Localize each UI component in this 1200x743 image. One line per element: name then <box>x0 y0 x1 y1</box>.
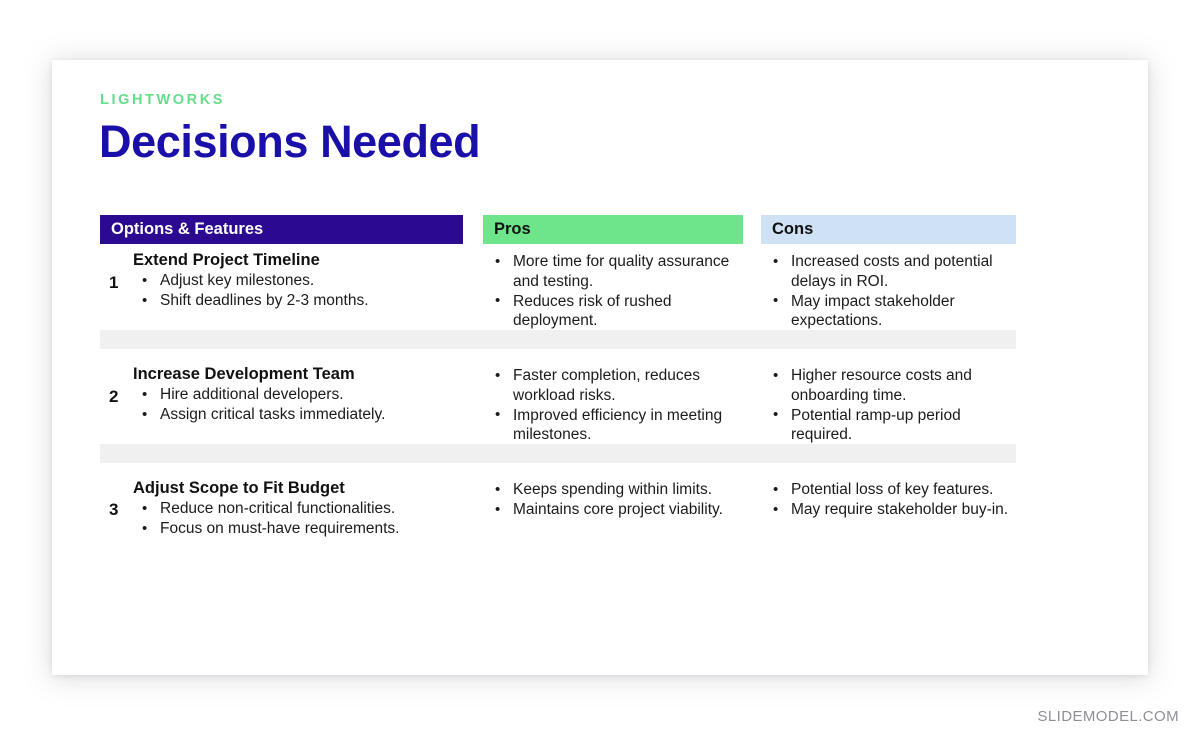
row-options-cell: Adjust Scope to Fit Budget Reduce non-cr… <box>133 472 463 539</box>
brand-eyebrow: LIGHTWORKS <box>100 92 226 108</box>
list-item: More time for quality assurance and test… <box>483 252 737 291</box>
decisions-table: Options & Features Pros Cons 1 Extend Pr… <box>100 215 1016 547</box>
table-header-row: Options & Features Pros Cons <box>100 215 1016 244</box>
column-header-options: Options & Features <box>100 215 463 244</box>
row-pros-cell: Faster completion, reduces workload risk… <box>483 358 743 445</box>
list-item: Improved efficiency in meeting milestone… <box>483 405 737 445</box>
row-cons-cell: Potential loss of key features. May requ… <box>761 472 1016 520</box>
list-item: Reduce non-critical functionalities. <box>133 499 463 519</box>
option-bullet-list: Adjust key milestones. Shift deadlines b… <box>133 271 463 311</box>
option-bullet-list: Reduce non-critical functionalities. Foc… <box>133 499 463 539</box>
row-cons-cell: Increased costs and potential delays in … <box>761 244 1016 331</box>
cons-bullet-list: Higher resource costs and onboarding tim… <box>761 366 1012 445</box>
row-separator-band <box>100 330 1016 349</box>
pros-bullet-list: Faster completion, reduces workload risk… <box>483 366 737 445</box>
page-title: Decisions Needed <box>99 116 481 167</box>
option-title: Extend Project Timeline <box>133 251 320 269</box>
row-separator-band <box>100 444 1016 463</box>
row-pros-cell: More time for quality assurance and test… <box>483 244 743 331</box>
list-item: Maintains core project viability. <box>483 500 737 520</box>
footer-brand: SLIDEMODEL.COM <box>1037 708 1179 725</box>
list-item: Keeps spending within limits. <box>483 480 737 500</box>
cons-bullet-list: Potential loss of key features. May requ… <box>761 480 1012 520</box>
separator-gap <box>100 349 1016 358</box>
row-number: 2 <box>109 387 119 406</box>
list-item: Increased costs and potential delays in … <box>761 252 1012 291</box>
list-item: Potential ramp-up period required. <box>761 405 1012 445</box>
list-item: Faster completion, reduces workload risk… <box>483 366 737 405</box>
list-item: Higher resource costs and onboarding tim… <box>761 366 1012 405</box>
row-cons-cell: Higher resource costs and onboarding tim… <box>761 358 1016 445</box>
list-item: May impact stakeholder expectations. <box>761 291 1012 331</box>
row-options-cell: Increase Development Team Hire additiona… <box>133 358 463 425</box>
header-gap-1 <box>463 215 483 244</box>
list-item: May require stakeholder buy-in. <box>761 500 1012 520</box>
header-gap-2 <box>743 215 761 244</box>
row-options-cell: Extend Project Timeline Adjust key miles… <box>133 244 463 311</box>
separator-gap <box>100 463 1016 472</box>
column-header-pros: Pros <box>483 215 743 244</box>
list-item: Adjust key milestones. <box>133 271 463 291</box>
list-item: Focus on must-have requirements. <box>133 519 463 539</box>
pros-bullet-list: Keeps spending within limits. Maintains … <box>483 480 737 520</box>
list-item: Potential loss of key features. <box>761 480 1012 500</box>
list-item: Assign critical tasks immediately. <box>133 405 463 425</box>
table-row: 3 Adjust Scope to Fit Budget Reduce non-… <box>100 472 1016 547</box>
row-number: 1 <box>109 273 119 292</box>
cons-bullet-list: Increased costs and potential delays in … <box>761 252 1012 331</box>
list-item: Shift deadlines by 2-3 months. <box>133 291 463 311</box>
row-number: 3 <box>109 499 119 519</box>
option-bullet-list: Hire additional developers. Assign criti… <box>133 385 463 425</box>
pros-bullet-list: More time for quality assurance and test… <box>483 252 737 331</box>
column-header-cons: Cons <box>761 215 1016 244</box>
slide-root: LIGHTWORKS Decisions Needed Options & Fe… <box>0 0 1200 743</box>
option-title: Adjust Scope to Fit Budget <box>133 479 345 497</box>
list-item: Reduces risk of rushed deployment. <box>483 291 737 331</box>
row-pros-cell: Keeps spending within limits. Maintains … <box>483 472 743 520</box>
list-item: Hire additional developers. <box>133 385 463 405</box>
table-row: 2 Increase Development Team Hire additio… <box>100 358 1016 443</box>
option-title: Increase Development Team <box>133 365 355 383</box>
table-row: 1 Extend Project Timeline Adjust key mil… <box>100 244 1016 329</box>
